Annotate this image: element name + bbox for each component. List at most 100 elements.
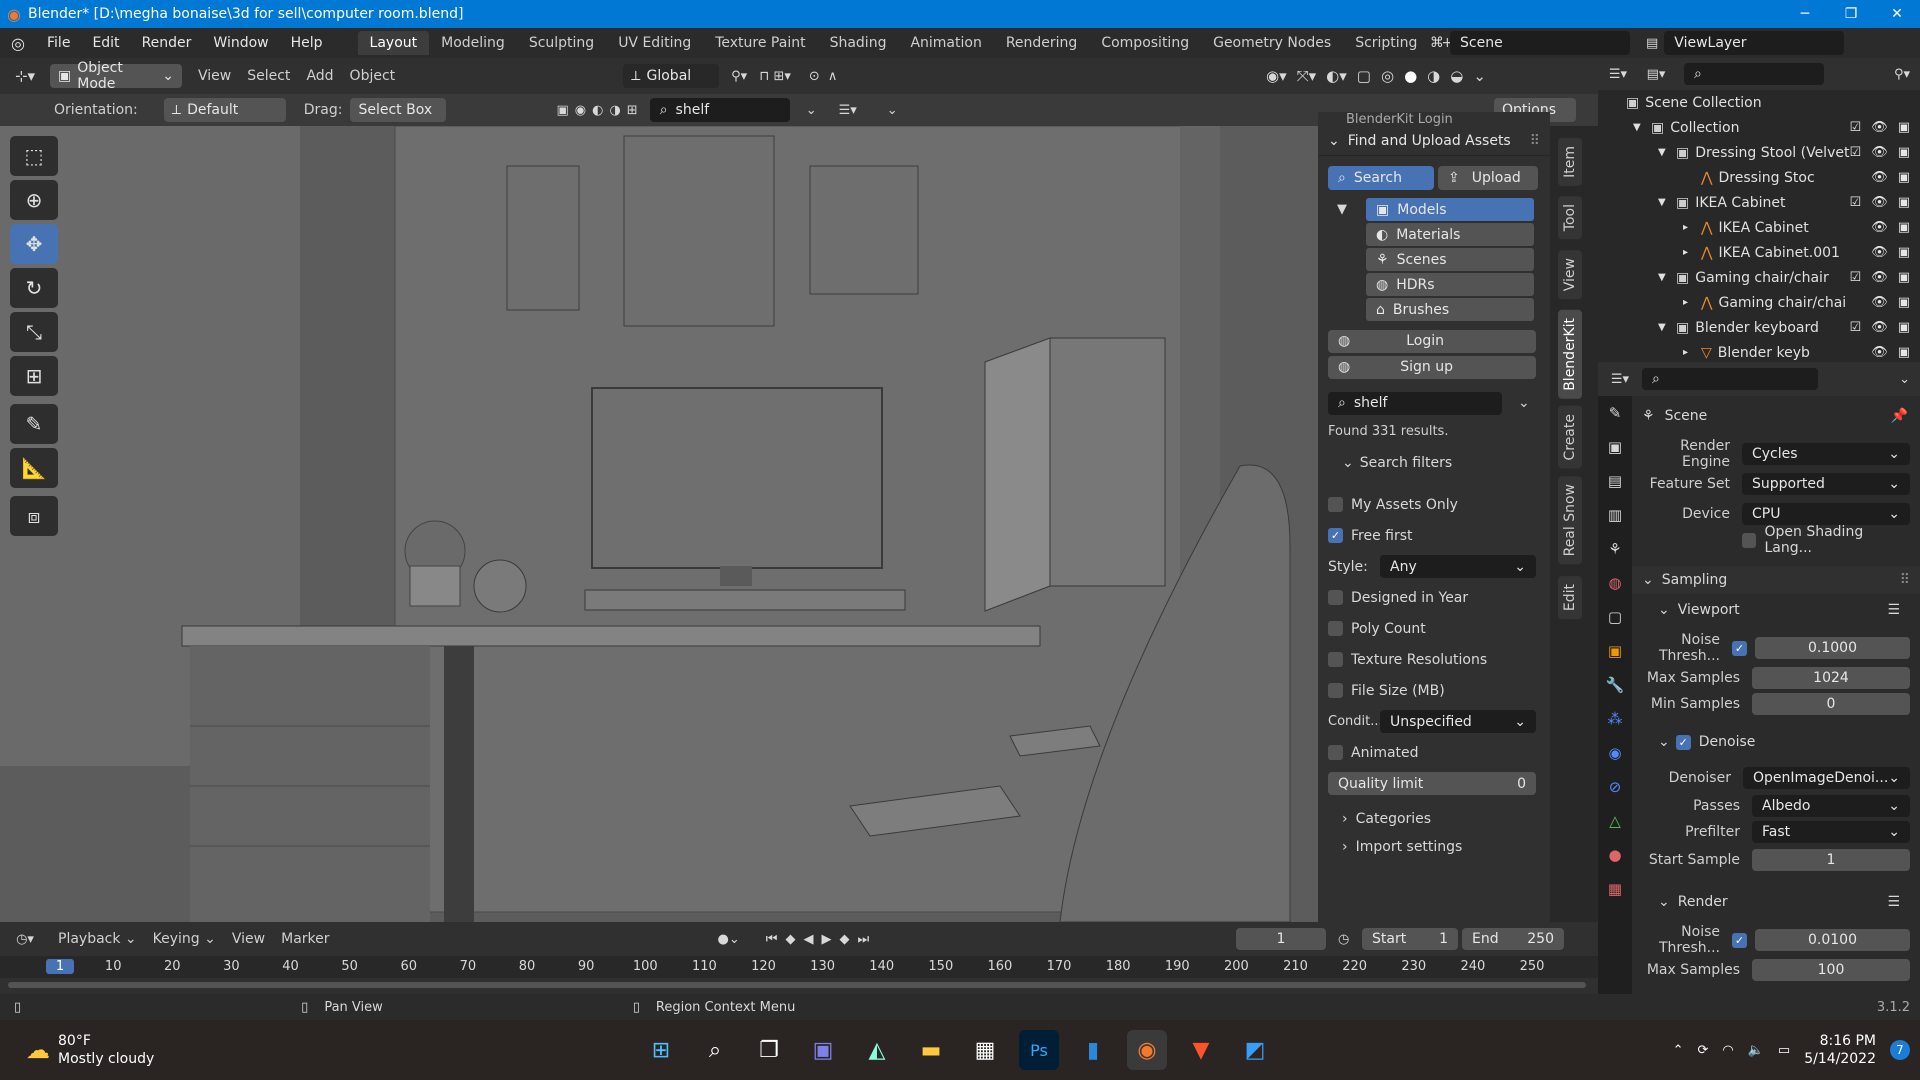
mode-dropdown[interactable]: ▣ Object Mode ⌄ [50, 60, 182, 92]
outliner-row[interactable]: ▼ ▣ Gaming chair/chair ☑ 👁 ▣ [1598, 265, 1920, 290]
expand-arrow-icon[interactable]: ▼ [1658, 322, 1676, 333]
tool-tab-icon[interactable]: ✎ [1598, 396, 1632, 430]
device-dropdown[interactable]: CPU ⌄ [1742, 503, 1910, 525]
min-samples-field[interactable]: 0 [1752, 693, 1910, 715]
drag-handle-icon[interactable]: ⠿ [1900, 572, 1910, 588]
file-size-checkbox[interactable]: File Size (MB) [1318, 675, 1550, 706]
tab-create[interactable]: Create [1558, 406, 1582, 469]
camera-icon[interactable]: ▣ [1898, 120, 1910, 135]
properties-editor-icon[interactable]: ☰▾ [1598, 372, 1642, 387]
overlay-icon[interactable]: ◐▾ [1326, 67, 1347, 85]
search-tab-button[interactable]: ⌕ Search [1328, 166, 1434, 190]
rotate-icon[interactable]: ↻ [10, 268, 58, 308]
scene-tab-icon[interactable]: ⚘ [1598, 532, 1632, 566]
keying-menu[interactable]: Keying ⌄ [145, 931, 224, 947]
animated-checkbox[interactable]: Animated [1318, 737, 1550, 768]
expand-arrow-icon[interactable]: ▸ [1683, 222, 1701, 233]
tab-uv-editing[interactable]: UV Editing [606, 31, 703, 55]
more-dropdown-icon[interactable]: ⌄ [887, 103, 898, 118]
viewport-subheader[interactable]: Viewport [1678, 602, 1740, 618]
scale-icon[interactable]: ⤡ [10, 312, 58, 352]
add-cube-icon[interactable]: ⧈ [10, 496, 58, 536]
select-menu[interactable]: Select [239, 68, 298, 84]
display-mode-icon[interactable]: ▤▾ [1638, 67, 1674, 82]
eye-icon[interactable]: 👁 [1871, 245, 1888, 260]
outliner-row[interactable]: ⋀Dressing Stoc☑👁▣ [1598, 165, 1920, 190]
categories-header[interactable]: › Categories [1318, 805, 1550, 833]
pinned-app-icon[interactable]: ▮ [1073, 1030, 1113, 1070]
camera-icon[interactable]: ▣ [1898, 170, 1910, 185]
tab-blenderkit[interactable]: BlenderKit [1558, 310, 1582, 399]
playback-controls[interactable]: ⏮◆◀▶◆⏭ [766, 932, 877, 947]
close-button[interactable]: ✕ [1874, 0, 1920, 28]
tab-compositing[interactable]: Compositing [1089, 31, 1201, 55]
xray-icon[interactable]: ▢ [1357, 67, 1371, 85]
outliner-row[interactable]: ▸⋀IKEA Cabinet☑👁▣ [1598, 215, 1920, 240]
volume-icon[interactable]: 🔈 [1748, 1043, 1764, 1058]
outliner-row[interactable]: ▼ ▣ Collection ☑ 👁 ▣ [1598, 115, 1920, 140]
camera-icon[interactable]: ▣ [1898, 145, 1910, 160]
tab-scripting[interactable]: Scripting [1343, 31, 1429, 55]
render-noise-field[interactable]: 0.0100 [1755, 929, 1910, 951]
start-sample-field[interactable]: 1 [1752, 849, 1910, 871]
cursor-icon[interactable]: ⊕ [10, 180, 58, 220]
expand-arrow-icon[interactable]: ▸ [1683, 297, 1701, 308]
poly-count-checkbox[interactable]: Poly Count [1318, 613, 1550, 644]
tab-real-snow[interactable]: Real Snow [1558, 476, 1582, 565]
passes-dropdown[interactable]: Albedo ⌄ [1752, 795, 1910, 817]
view-layer-icon[interactable]: ▤ [1646, 36, 1658, 51]
editor-type-icon[interactable]: ⊹▾ [0, 67, 50, 85]
eye-icon[interactable]: 👁 [1871, 145, 1888, 160]
orientation-dropdown[interactable]: ⟂ Default [163, 98, 286, 122]
eye-icon[interactable]: 👁 [1871, 195, 1888, 210]
expand-arrow-icon[interactable]: ▸ [1683, 347, 1701, 358]
asset-types-collapse-icon[interactable]: ▼ [1318, 198, 1366, 321]
preview-range-icon[interactable]: ◷ [1338, 932, 1349, 947]
battery-icon[interactable]: ▭ [1778, 1043, 1790, 1058]
blender-taskbar-icon[interactable]: ◉ [1127, 1030, 1167, 1070]
transform-orientation-dropdown[interactable]: ⟂ Global [623, 64, 720, 88]
asset-type-materials[interactable]: ◐ Materials [1366, 223, 1534, 246]
blenderkit-login-header[interactable]: BlenderKit Login [1318, 112, 1550, 126]
search-dropdown-icon[interactable]: ⌄ [806, 103, 817, 118]
constraints-tab-icon[interactable]: ⊘ [1598, 770, 1632, 804]
pivot-icon[interactable]: ⚲▾ [731, 69, 747, 84]
store-icon[interactable]: ▦ [965, 1030, 1005, 1070]
tab-item[interactable]: Item [1558, 138, 1582, 186]
quality-limit-slider[interactable]: Quality limit 0 [1328, 772, 1536, 795]
import-settings-header[interactable]: › Import settings [1318, 833, 1550, 861]
clock-date[interactable]: 5/14/2022 [1804, 1050, 1876, 1068]
eye-icon[interactable]: 👁 [1871, 270, 1888, 285]
tab-modeling[interactable]: Modeling [429, 31, 517, 55]
select-box-icon[interactable]: ⬚ [10, 136, 58, 176]
data-tab-icon[interactable]: △ [1598, 804, 1632, 838]
asset-type-scenes[interactable]: ⚘ Scenes [1366, 248, 1534, 271]
expand-arrow-icon[interactable]: ▼ [1658, 147, 1676, 158]
eye-icon[interactable]: 👁 [1871, 120, 1888, 135]
outliner-row[interactable]: ▸⋀Gaming chair/chai☑👁▣ [1598, 290, 1920, 315]
playback-menu[interactable]: Playback ⌄ [50, 931, 145, 947]
visibility-icon[interactable]: ◉▾ [1266, 67, 1287, 85]
scene-selector-icon[interactable]: ⌘ [1430, 35, 1444, 51]
teams-chat-icon[interactable]: ▣ [803, 1030, 843, 1070]
scene-field[interactable]: Scene [1450, 31, 1630, 55]
tab-edit[interactable]: Edit [1558, 576, 1582, 620]
menu-help[interactable]: Help [280, 35, 334, 51]
outliner-row[interactable]: ▼ ▣ Dressing Stool (Velvet ☑ 👁 ▣ [1598, 140, 1920, 165]
expand-arrow-icon[interactable]: ▼ [1658, 197, 1676, 208]
snap-icon[interactable]: ⊓ ⊞▾ [759, 69, 791, 84]
end-frame-field[interactable]: End 250 [1462, 928, 1564, 950]
menu-file[interactable]: File [36, 35, 81, 51]
prefilter-dropdown[interactable]: Fast ⌄ [1752, 821, 1910, 843]
start-frame-field[interactable]: Start 1 [1362, 928, 1458, 950]
drag-dropdown[interactable]: Select Box [350, 98, 447, 122]
texture-tab-icon[interactable]: ▦ [1598, 872, 1632, 906]
world-tab-icon[interactable]: ◍ [1598, 566, 1632, 600]
checkbox-icon[interactable]: ☑ [1850, 145, 1862, 160]
eye-icon[interactable]: 👁 [1871, 170, 1888, 185]
menu-window[interactable]: Window [202, 35, 279, 51]
timeline-view-menu[interactable]: View [224, 931, 273, 947]
search-history-icon[interactable]: ⌄ [1518, 395, 1530, 411]
properties-search-input[interactable]: ⌕ [1642, 368, 1818, 390]
render-engine-dropdown[interactable]: Cycles ⌄ [1742, 443, 1910, 465]
